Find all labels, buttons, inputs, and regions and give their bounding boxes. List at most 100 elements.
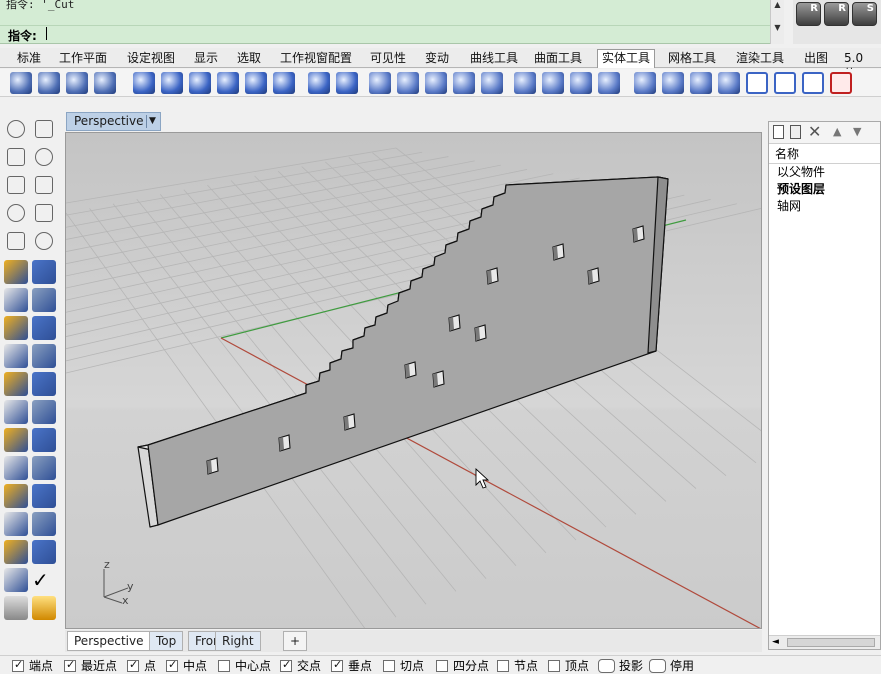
osnap-item[interactable]: 交点 (280, 658, 321, 673)
project-icon[interactable] (4, 372, 28, 396)
ruler-icon[interactable] (32, 512, 56, 536)
osnap-item[interactable]: 投影 (598, 659, 643, 673)
viewport-title[interactable]: Perspective ▼ (66, 112, 161, 131)
sphere-solid-icon[interactable] (32, 288, 56, 312)
viewport-tab-right[interactable]: Right (215, 631, 261, 651)
osnap-item[interactable]: 节点 (497, 659, 538, 673)
cap-icon[interactable] (634, 72, 656, 94)
layout-icon[interactable] (32, 540, 56, 564)
delete-layer-icon[interactable]: ✕ (808, 122, 821, 141)
polygon-icon[interactable] (7, 232, 25, 250)
solid-layer-icon[interactable] (217, 72, 239, 94)
cut-icon[interactable] (718, 72, 740, 94)
move-face-icon[interactable] (397, 72, 419, 94)
osnap-item[interactable]: 中点 (166, 658, 207, 673)
tab-8[interactable]: 曲线工具 (466, 50, 522, 67)
tab-13[interactable]: 出图 (800, 50, 832, 67)
boolean-union-icon[interactable] (10, 72, 32, 94)
grid-array-icon[interactable] (4, 540, 28, 564)
check-icon[interactable]: ✓ (32, 568, 56, 592)
layer-row[interactable]: 预设图层 (769, 181, 880, 198)
osnap-checkbox[interactable] (12, 658, 24, 672)
hole-icon[interactable] (453, 72, 475, 94)
group-icon[interactable] (4, 400, 28, 424)
toggle-button[interactable] (649, 659, 666, 673)
solid-icon[interactable] (336, 72, 358, 94)
osnap-checkbox[interactable] (218, 660, 230, 672)
text-icon[interactable] (4, 456, 28, 480)
osnap-checkbox[interactable] (436, 660, 448, 672)
osnap-item[interactable]: 垂点 (331, 658, 372, 673)
tab-0[interactable]: 标准 (13, 50, 45, 67)
tab-6[interactable]: 可见性 (366, 50, 410, 67)
osnap-checkbox[interactable] (331, 658, 343, 672)
split-face-icon[interactable] (570, 72, 592, 94)
render-icon[interactable]: R (796, 2, 821, 26)
osnap-checkbox[interactable] (280, 658, 292, 672)
box-solid-icon[interactable] (4, 288, 28, 312)
solid-wall-icon[interactable] (189, 72, 211, 94)
scroll-thumb[interactable] (787, 638, 875, 647)
delete-icon[interactable] (830, 72, 852, 94)
offset-surface-icon[interactable] (369, 72, 391, 94)
solid-point-icon[interactable] (690, 72, 712, 94)
scroll-left-icon[interactable]: ◄ (772, 637, 779, 647)
osnap-checkbox[interactable] (497, 660, 509, 672)
move-down-icon[interactable]: ▼ (853, 125, 861, 138)
osnap-checkbox[interactable] (166, 658, 178, 672)
curve-icon[interactable] (35, 148, 53, 166)
tab-1[interactable]: 工作平面 (55, 50, 111, 67)
slab-icon[interactable] (746, 72, 768, 94)
cube-icon[interactable] (245, 72, 267, 94)
explode-icon[interactable] (4, 344, 28, 368)
tab-9[interactable]: 曲面工具 (530, 50, 586, 67)
solid-edit-icon[interactable] (161, 72, 183, 94)
tab-5[interactable]: 工作视窗配置 (276, 50, 356, 67)
command-line[interactable]: 指令: (0, 25, 770, 43)
select-icon[interactable] (7, 120, 25, 138)
render-settings-icon[interactable]: S (852, 2, 877, 26)
circle-icon[interactable] (7, 176, 25, 194)
osnap-item[interactable]: 四分点 (436, 659, 489, 673)
transform-icon[interactable] (32, 344, 56, 368)
fillet-curve-icon[interactable] (35, 232, 53, 250)
shade-icon[interactable] (4, 596, 28, 620)
new-layer-icon[interactable] (773, 125, 784, 139)
command-scrollbar[interactable]: ▲ ▼ (770, 0, 784, 44)
surface-icon[interactable] (4, 260, 28, 284)
block-icon[interactable] (4, 484, 28, 508)
extract-icon[interactable] (662, 72, 684, 94)
rectangle-icon[interactable] (35, 204, 53, 222)
osnap-item[interactable]: 顶点 (548, 659, 589, 673)
osnap-item[interactable]: 点 (127, 658, 156, 673)
tab-4[interactable]: 选取 (233, 50, 265, 67)
viewport-tab-perspective[interactable]: Perspective (67, 631, 151, 651)
tab-7[interactable]: 变动 (421, 50, 453, 67)
new-sublayer-icon[interactable] (790, 125, 801, 139)
fillet-edge-icon[interactable] (514, 72, 536, 94)
tab-12[interactable]: 渲染工具 (732, 50, 788, 67)
osnap-checkbox[interactable] (548, 660, 560, 672)
tab-10[interactable]: 实体工具 (597, 49, 656, 68)
scroll-down-icon[interactable]: ▼ (771, 23, 784, 34)
layer-name-header[interactable]: 名称 (769, 144, 880, 164)
merge-face-icon[interactable] (598, 72, 620, 94)
boolean-difference-icon[interactable] (38, 72, 60, 94)
analyze-icon[interactable] (32, 484, 56, 508)
explode-solid-icon[interactable] (273, 72, 295, 94)
polyline-icon[interactable] (7, 148, 25, 166)
arc-icon[interactable] (7, 204, 25, 222)
osnap-item[interactable]: 切点 (383, 659, 424, 673)
layer-row[interactable]: 以父物件 (769, 164, 880, 181)
viewport-tab-top[interactable]: Top (149, 631, 184, 651)
render-preview-icon[interactable]: R (824, 2, 849, 26)
move-edge-icon[interactable] (481, 72, 503, 94)
osnap-checkbox[interactable] (383, 660, 395, 672)
extend-icon[interactable] (32, 372, 56, 396)
viewport-menu-chevron-icon[interactable]: ▼ (146, 115, 158, 128)
tab-3[interactable]: 显示 (190, 50, 222, 67)
layer-row[interactable]: 轴网 (769, 198, 880, 215)
ellipse-icon[interactable] (35, 176, 53, 194)
box-icon[interactable] (133, 72, 155, 94)
add-viewport-tab-button[interactable]: + (283, 631, 307, 651)
